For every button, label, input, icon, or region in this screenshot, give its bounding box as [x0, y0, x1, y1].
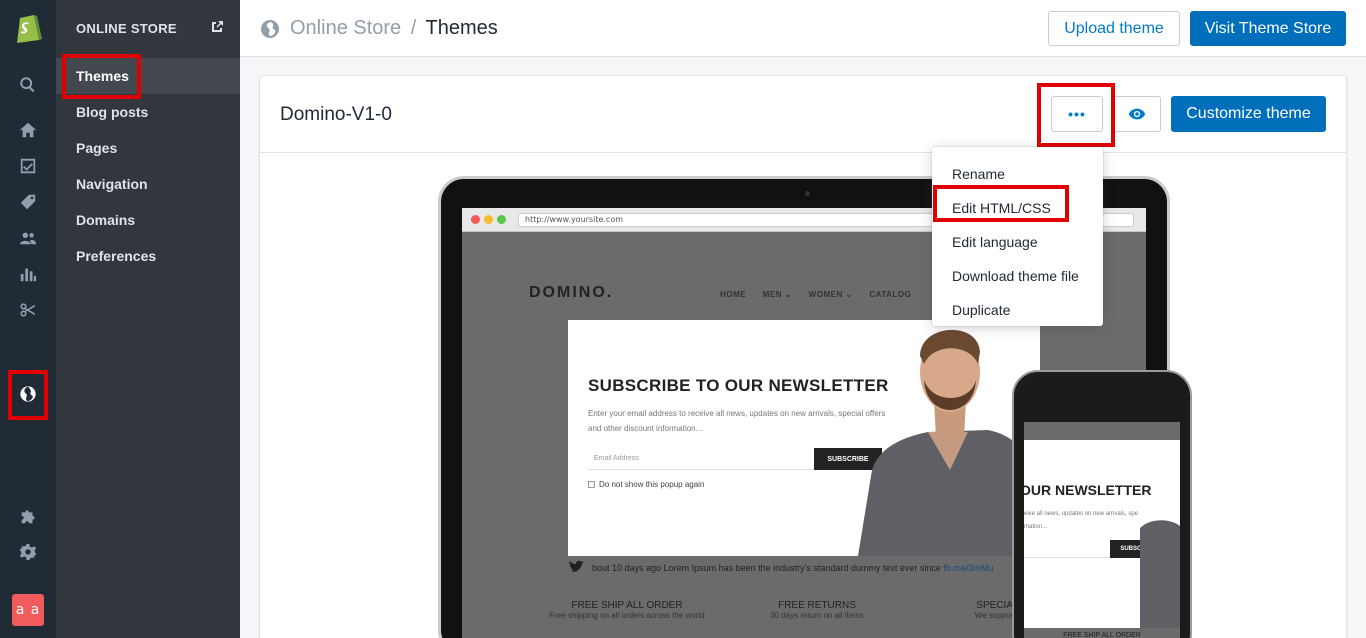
popup-email-field: Email Address	[588, 448, 814, 470]
analytics-icon[interactable]	[16, 262, 40, 286]
menu-item-duplicate[interactable]: Duplicate	[932, 293, 1103, 327]
tweet-link: fb.me/3mMu	[943, 563, 994, 573]
browser-close-dot	[471, 215, 480, 224]
feature-title: FREE RETURNS	[778, 600, 856, 611]
feature-column: FREE SHIP ALL ORDER Free shipping on all …	[532, 600, 722, 620]
orders-icon[interactable]	[16, 154, 40, 178]
discounts-icon[interactable]	[16, 298, 40, 322]
mobile-model-photo	[1140, 520, 1180, 638]
tweet-text: bout 10 days ago Lorem Ipsum has been th…	[592, 563, 993, 573]
site-logo: DOMINO.	[529, 284, 614, 301]
search-icon[interactable]	[16, 73, 40, 97]
mobile-preview-screen: OUR NEWSLETTER eive all news, updates on…	[1024, 422, 1180, 638]
external-link-icon[interactable]	[210, 20, 224, 34]
apps-icon[interactable]	[16, 504, 40, 528]
feature-column: FREE RETURNS 30 days return on all items	[722, 600, 912, 620]
menu-item-edit-language[interactable]: Edit language	[932, 225, 1103, 259]
top-bar: Online Store / Themes Upload theme Visit…	[240, 0, 1366, 57]
mobile-footer: FREE SHIP ALL ORDER	[1024, 628, 1180, 638]
home-icon[interactable]	[16, 118, 40, 142]
site-nav-item: WOMEN ⌄	[808, 290, 853, 299]
visit-theme-store-button[interactable]: Visit Theme Store	[1190, 11, 1346, 46]
online-store-icon[interactable]	[16, 382, 40, 406]
site-nav: HOME MEN ⌄ WOMEN ⌄ CATALOG	[720, 290, 925, 299]
user-avatar[interactable]: a a	[12, 594, 44, 626]
icon-rail: a a	[0, 0, 56, 638]
mobile-preview-frame: OUR NEWSLETTER eive all news, updates on…	[1012, 370, 1192, 638]
online-store-subnav: ONLINE STORE Themes Blog posts Pages Nav…	[56, 0, 240, 638]
subnav-item-preferences[interactable]: Preferences	[56, 238, 240, 274]
feature-subtitle: 30 days return on all items	[770, 611, 864, 620]
menu-item-download-theme-file[interactable]: Download theme file	[932, 259, 1103, 293]
mobile-email-field	[1024, 540, 1110, 558]
theme-name: Domino-V1-0	[280, 104, 392, 125]
popup-checkbox: Do not show this popup again	[588, 480, 704, 489]
feature-subtitle: Free shipping on all orders across the w…	[549, 611, 705, 620]
site-nav-item: MEN ⌄	[762, 290, 792, 299]
newsletter-popup: SUBSCRIBE TO OUR NEWSLETTER Enter your e…	[568, 320, 1040, 556]
eye-icon	[1128, 108, 1146, 120]
mobile-popup-text: eive all news, updates on new arrivals, …	[1024, 511, 1139, 530]
tweet-body: bout 10 days ago Lorem Ipsum has been th…	[592, 563, 944, 573]
subnav-item-blog-posts[interactable]: Blog posts	[56, 94, 240, 130]
upload-theme-button[interactable]: Upload theme	[1048, 11, 1180, 46]
annotation-highlight	[1037, 83, 1115, 147]
mobile-site-header	[1024, 422, 1180, 440]
shopify-logo-icon[interactable]	[12, 10, 44, 44]
customers-icon[interactable]	[16, 226, 40, 250]
breadcrumb-parent-link[interactable]: Online Store	[290, 17, 401, 39]
browser-minimize-dot	[484, 215, 493, 224]
annotation-highlight	[933, 185, 1069, 222]
annotation-highlight	[62, 54, 141, 99]
page-title: Themes	[425, 17, 498, 39]
twitter-bird-icon	[569, 560, 584, 572]
subnav-item-navigation[interactable]: Navigation	[56, 166, 240, 202]
mobile-popup-heading: OUR NEWSLETTER	[1024, 482, 1152, 498]
model-photo	[858, 329, 1040, 556]
customize-theme-button[interactable]: Customize theme	[1171, 96, 1326, 132]
online-store-breadcrumb-icon	[260, 19, 280, 39]
card-divider	[260, 152, 1346, 153]
products-icon[interactable]	[16, 190, 40, 214]
browser-maximize-dot	[497, 215, 506, 224]
site-nav-item: CATALOG	[869, 290, 912, 299]
breadcrumb: Online Store / Themes	[290, 17, 498, 40]
breadcrumb-separator: /	[410, 17, 417, 39]
feature-title: FREE SHIP ALL ORDER	[571, 600, 683, 611]
subnav-item-domains[interactable]: Domains	[56, 202, 240, 238]
site-nav-item: HOME	[720, 290, 746, 299]
settings-icon[interactable]	[16, 540, 40, 564]
subnav-item-pages[interactable]: Pages	[56, 130, 240, 166]
theme-actions-menu: Rename Edit HTML/CSS Edit language Downl…	[932, 147, 1103, 326]
subnav-header: ONLINE STORE	[76, 21, 177, 36]
preview-theme-button[interactable]	[1113, 96, 1161, 132]
laptop-camera	[805, 191, 810, 196]
checkbox-box	[588, 481, 595, 488]
checkbox-label: Do not show this popup again	[599, 480, 705, 489]
